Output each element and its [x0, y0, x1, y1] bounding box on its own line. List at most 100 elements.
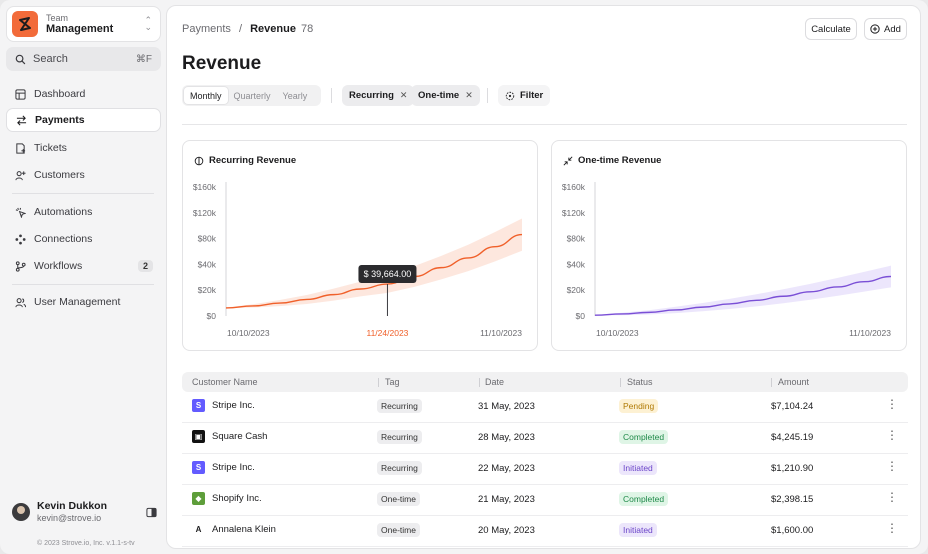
sidebar-divider: [12, 193, 154, 194]
column-header-amount[interactable]: Amount: [778, 377, 809, 387]
customer-cell: S Stripe Inc.: [192, 461, 255, 474]
section-divider: [182, 124, 907, 125]
plus-circle-icon: [870, 24, 880, 34]
breadcrumb: Payments / Revenue 78: [182, 23, 313, 35]
sidebar-item-payments[interactable]: Payments: [6, 108, 161, 132]
column-header-status[interactable]: Status: [627, 377, 653, 387]
status-badge: Initiated: [619, 461, 657, 475]
page-title: Revenue: [182, 53, 262, 74]
workflows-badge: 2: [137, 260, 153, 272]
column-header-customer[interactable]: Customer Name: [192, 377, 258, 387]
y-tick-label: $40k: [198, 259, 217, 269]
row-menu-icon[interactable]: ⋮: [886, 522, 898, 534]
table-row[interactable]: S Stripe Inc. Recurring 31 May, 2023 Pending…: [182, 392, 908, 423]
chevron-up-down-icon: ⌃ ⌄: [144, 15, 152, 32]
customer-name: Annalena Klein: [212, 524, 276, 535]
connections-icon: [14, 233, 26, 245]
period-segmented-control: Monthly Quarterly Yearly: [182, 85, 321, 106]
customer-cell: A Annalena Klein: [192, 523, 276, 536]
date-cell: 31 May, 2023: [478, 401, 535, 412]
sidebar-item-automations[interactable]: Automations: [6, 200, 161, 224]
x-tick-label-highlight: 11/24/2023: [366, 328, 408, 338]
customer-logo-icon: A: [192, 523, 205, 536]
amount-cell: $1,210.90: [771, 463, 814, 474]
team-switcher[interactable]: Team Management ⌃ ⌄: [6, 6, 161, 42]
recurring-revenue-card: Recurring Revenue $160k $120k $80k $40k $20k…: [182, 140, 538, 351]
search-icon: [15, 54, 26, 64]
user-profile[interactable]: Kevin Dukkon kevin@strove.io: [12, 498, 157, 526]
column-header-tag[interactable]: Tag: [385, 377, 400, 387]
amount-cell: $4,245.19: [771, 432, 814, 443]
table-row[interactable]: S Stripe Inc. Recurring 22 May, 2023 Initiat…: [182, 454, 908, 485]
breadcrumb-parent[interactable]: Payments: [182, 23, 231, 35]
close-icon[interactable]: ✕: [400, 90, 408, 101]
filter-chip-recurring[interactable]: Recurring ✕: [342, 85, 415, 106]
row-menu-icon[interactable]: ⋮: [886, 398, 898, 410]
customer-logo-icon: ▣: [192, 430, 205, 443]
confidence-band: [595, 265, 891, 316]
y-tick-label: $80k: [567, 234, 586, 244]
tag-badge: Recurring: [377, 461, 422, 475]
add-label: Add: [884, 23, 901, 35]
sidebar-item-label: Dashboard: [34, 88, 86, 100]
period-quarterly[interactable]: Quarterly: [228, 87, 277, 104]
tag-badge: Recurring: [377, 399, 422, 413]
chip-label: One-time: [418, 90, 460, 101]
calculate-button[interactable]: Calculate: [805, 18, 857, 40]
main-panel: Payments / Revenue 78 Calculate Add Reve…: [166, 5, 921, 549]
date-cell: 21 May, 2023: [478, 494, 535, 505]
sidebar-item-tickets[interactable]: Tickets: [6, 136, 161, 160]
y-tick-label: $20k: [198, 285, 217, 295]
table-row[interactable]: ▣ Square Cash Recurring 28 May, 2023 Complet…: [182, 423, 908, 454]
sidebar-item-dashboard[interactable]: Dashboard: [6, 82, 161, 106]
filter-chip-one-time[interactable]: One-time ✕: [411, 85, 480, 106]
period-yearly[interactable]: Yearly: [277, 87, 314, 104]
y-tick-label: $160k: [193, 182, 217, 192]
footer-copyright: © 2023 Strove.io, Inc. v.1.1-s-tv: [37, 540, 135, 547]
payments-icon: [15, 114, 27, 126]
y-tick-label: $40k: [567, 259, 586, 269]
sidebar-item-label: Connections: [34, 233, 93, 245]
sidebar-item-user-management[interactable]: User Management: [6, 290, 161, 314]
tag-badge: Recurring: [377, 430, 422, 444]
period-monthly[interactable]: Monthly: [184, 87, 228, 104]
team-logo-icon: [12, 11, 38, 37]
sidebar-toggle-icon[interactable]: [146, 507, 157, 518]
one-time-revenue-card: One-time Revenue $160k $120k $80k $40k $20k $…: [551, 140, 907, 351]
row-menu-icon[interactable]: ⋮: [886, 460, 898, 472]
sidebar-item-customers[interactable]: Customers: [6, 163, 161, 187]
status-badge: Completed: [619, 492, 669, 506]
customer-name: Stripe Inc.: [212, 400, 255, 411]
amount-cell: $1,600.00: [771, 525, 814, 536]
add-button[interactable]: Add: [864, 18, 907, 40]
sidebar-item-label: Payments: [35, 114, 85, 126]
filter-label: Filter: [520, 90, 544, 101]
status-badge: Pending: [619, 399, 659, 413]
table-row[interactable]: A Annalena Klein One-time 20 May, 2023 Initi…: [182, 516, 908, 547]
table-row[interactable]: ◆ Shopify Inc. One-time 21 May, 2023 Complet…: [182, 485, 908, 516]
tag-badge: One-time: [377, 523, 420, 537]
recurring-revenue-chart: $160k $120k $80k $40k $20k $0 10/10/2023 11/24/…: [193, 182, 522, 338]
sidebar-item-label: Automations: [34, 206, 93, 218]
user-name: Kevin Dukkon: [37, 500, 108, 513]
sidebar-item-workflows[interactable]: Workflows 2: [6, 254, 161, 278]
filter-button[interactable]: Filter: [498, 85, 551, 106]
date-cell: 28 May, 2023: [478, 432, 535, 443]
tooltip-value: $ 39,664.00: [364, 269, 412, 279]
table-header: Customer Name Tag Date Status Amount: [182, 372, 908, 392]
sidebar: Team Management ⌃ ⌄ Search ⌘F Dashboard P…: [0, 0, 166, 554]
close-icon[interactable]: ✕: [465, 90, 473, 101]
sidebar-item-connections[interactable]: Connections: [6, 227, 161, 251]
column-header-date[interactable]: Date: [485, 377, 504, 387]
row-menu-icon[interactable]: ⋮: [886, 429, 898, 441]
sidebar-item-label: Workflows: [34, 260, 83, 272]
y-tick-label: $80k: [198, 234, 217, 244]
search-button[interactable]: Search ⌘F: [6, 47, 161, 71]
customer-name: Shopify Inc.: [212, 493, 262, 504]
y-tick-label: $0: [576, 311, 586, 321]
status-badge: Initiated: [619, 523, 657, 537]
column-separator: [620, 378, 621, 387]
row-menu-icon[interactable]: ⋮: [886, 491, 898, 503]
customer-name: Stripe Inc.: [212, 462, 255, 473]
amount-cell: $7,104.24: [771, 401, 814, 412]
